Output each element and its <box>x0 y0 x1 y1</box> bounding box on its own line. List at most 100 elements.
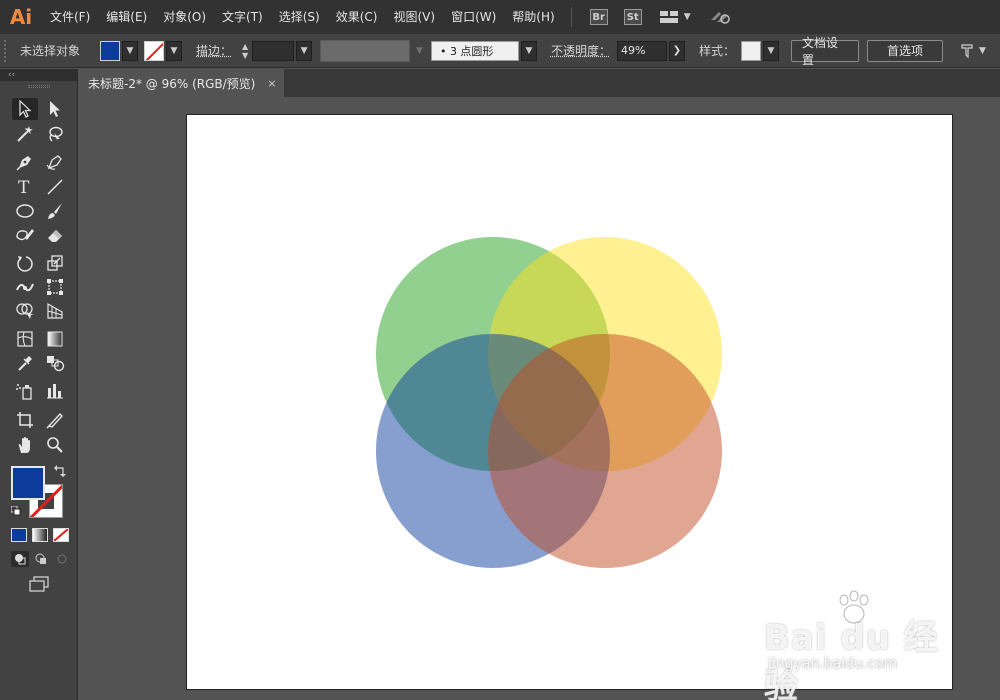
curvature-tool[interactable] <box>42 151 68 173</box>
zoom-icon <box>47 437 63 453</box>
screen-mode-button[interactable] <box>28 576 50 595</box>
lasso-tool[interactable] <box>42 123 68 145</box>
free-transform-tool[interactable] <box>42 276 68 298</box>
opacity-slider-button[interactable]: ❯ <box>668 40 685 61</box>
gradient-tool[interactable] <box>42 328 68 350</box>
tools-panel-collapse[interactable]: ‹‹ <box>0 69 78 81</box>
draw-inside-button[interactable] <box>53 551 71 567</box>
type-icon: T <box>18 178 30 196</box>
lasso-icon <box>49 126 63 142</box>
menu-object[interactable]: 对象(O) <box>155 0 214 34</box>
stroke-color-swatch[interactable] <box>144 40 165 61</box>
default-fill-stroke-button[interactable] <box>10 505 21 519</box>
shaper-tool[interactable] <box>12 224 38 246</box>
workspace-switcher[interactable]: ▼ <box>659 10 691 24</box>
rotate-tool[interactable] <box>12 252 38 274</box>
column-graph-tool[interactable] <box>42 380 68 402</box>
ellipse-icon <box>16 204 34 218</box>
eyedropper-tool[interactable] <box>12 352 38 374</box>
baidu-watermark: Bai du 经验 jingyan.baidu.com <box>764 590 954 700</box>
document-tab-label: 未标题-2* @ 96% (RGB/预览) <box>88 76 256 91</box>
artboard-tool[interactable] <box>12 409 38 431</box>
chevron-down-icon: ▼ <box>978 45 986 56</box>
eraser-tool[interactable] <box>42 224 68 246</box>
tools-panel: T <box>0 81 78 700</box>
width-tool[interactable] <box>12 276 38 298</box>
fill-dropdown[interactable]: ▼ <box>122 40 139 61</box>
fill-color-indicator[interactable] <box>11 466 45 500</box>
eraser-icon <box>48 230 62 242</box>
menu-effect[interactable]: 效果(C) <box>328 0 386 34</box>
arrange-documents-button[interactable]: ▼ <box>959 43 986 59</box>
zoom-tool[interactable] <box>42 434 68 456</box>
perspective-grid-tool[interactable] <box>42 300 68 322</box>
fill-color-swatch[interactable] <box>100 40 121 61</box>
magic-wand-tool[interactable] <box>12 123 38 145</box>
menu-file[interactable]: 文件(F) <box>42 0 98 34</box>
watermark-brand: Bai du 经验 <box>764 618 939 700</box>
sync-settings-button[interactable] <box>709 8 731 27</box>
bridge-button[interactable]: Br <box>589 9 608 25</box>
draw-normal-button[interactable] <box>11 551 29 567</box>
symbol-sprayer-tool[interactable] <box>12 380 38 402</box>
orange-circle[interactable] <box>488 334 722 568</box>
menu-select[interactable]: 选择(S) <box>271 0 328 34</box>
shape-builder-tool[interactable] <box>12 300 38 322</box>
direct-selection-tool[interactable] <box>42 98 68 120</box>
opacity-input[interactable]: 49% <box>616 40 667 61</box>
chevron-down-icon: ▼ <box>767 45 775 56</box>
app-logo: Ai <box>9 5 33 29</box>
watermark-url: jingyan.baidu.com <box>768 656 898 672</box>
brush-definition-field[interactable]: • 3 点圆形 <box>430 40 519 61</box>
scale-tool[interactable] <box>42 252 68 274</box>
swap-fill-stroke-button[interactable] <box>54 465 66 480</box>
color-mode-button[interactable] <box>11 528 27 542</box>
type-tool[interactable]: T <box>12 176 38 198</box>
pin-icon <box>961 43 973 58</box>
menu-type[interactable]: 文字(T) <box>214 0 271 34</box>
ellipse-tool[interactable] <box>12 200 38 222</box>
workspace-grid-icon <box>659 11 678 23</box>
gradient-mode-button[interactable] <box>32 528 48 542</box>
style-dropdown[interactable]: ▼ <box>762 40 779 61</box>
draw-behind-button[interactable] <box>32 551 50 567</box>
selection-arrow-icon <box>19 100 32 118</box>
document-setup-button[interactable]: 文档设置 <box>790 36 859 67</box>
selection-tool[interactable] <box>12 98 38 120</box>
opacity-label[interactable]: 不透明度： <box>551 42 611 59</box>
graphic-style-swatch[interactable] <box>740 40 761 61</box>
document-tab[interactable]: 未标题-2* @ 96% (RGB/预览) × <box>79 69 284 97</box>
stroke-label[interactable]: 描边： <box>196 42 232 59</box>
mesh-tool[interactable] <box>12 328 38 350</box>
pen-nib-icon <box>16 156 31 171</box>
brush-dropdown[interactable]: ▼ <box>520 40 537 61</box>
none-mode-button[interactable] <box>53 528 69 542</box>
menu-window[interactable]: 窗口(W) <box>443 0 504 34</box>
preferences-button[interactable]: 首选项 <box>866 39 943 62</box>
control-bar-grip[interactable] <box>4 39 10 62</box>
hand-tool[interactable] <box>12 434 38 456</box>
stroke-weight-dropdown[interactable]: ▼ <box>296 40 313 61</box>
stock-button[interactable]: St <box>623 9 642 25</box>
pen-tool[interactable] <box>12 151 38 173</box>
slice-tool[interactable] <box>42 409 68 431</box>
gradient-icon <box>47 331 63 347</box>
menu-view[interactable]: 视图(V) <box>385 0 443 34</box>
tools-panel-grip[interactable] <box>28 85 50 88</box>
swap-arrow-icon <box>54 465 66 477</box>
menu-help[interactable]: 帮助(H) <box>504 0 562 34</box>
magic-wand-icon <box>17 126 33 142</box>
stroke-weight-stepper[interactable]: ▲ ▼ <box>238 40 252 62</box>
stroke-weight-input[interactable] <box>252 40 295 61</box>
line-segment-tool[interactable] <box>42 176 68 198</box>
tab-close-icon[interactable]: × <box>267 77 276 90</box>
blend-tool[interactable] <box>42 352 68 374</box>
perspective-grid-icon <box>47 302 63 319</box>
menu-bar: Ai 文件(F) 编辑(E) 对象(O) 文字(T) 选择(S) 效果(C) 视… <box>0 0 1000 34</box>
variable-width-profile[interactable] <box>320 39 411 62</box>
chevron-down-icon: ▼ <box>416 45 423 56</box>
sync-icon <box>710 11 730 24</box>
menu-edit[interactable]: 编辑(E) <box>98 0 155 34</box>
stroke-dropdown[interactable]: ▼ <box>166 40 183 61</box>
paintbrush-tool[interactable] <box>42 200 68 222</box>
